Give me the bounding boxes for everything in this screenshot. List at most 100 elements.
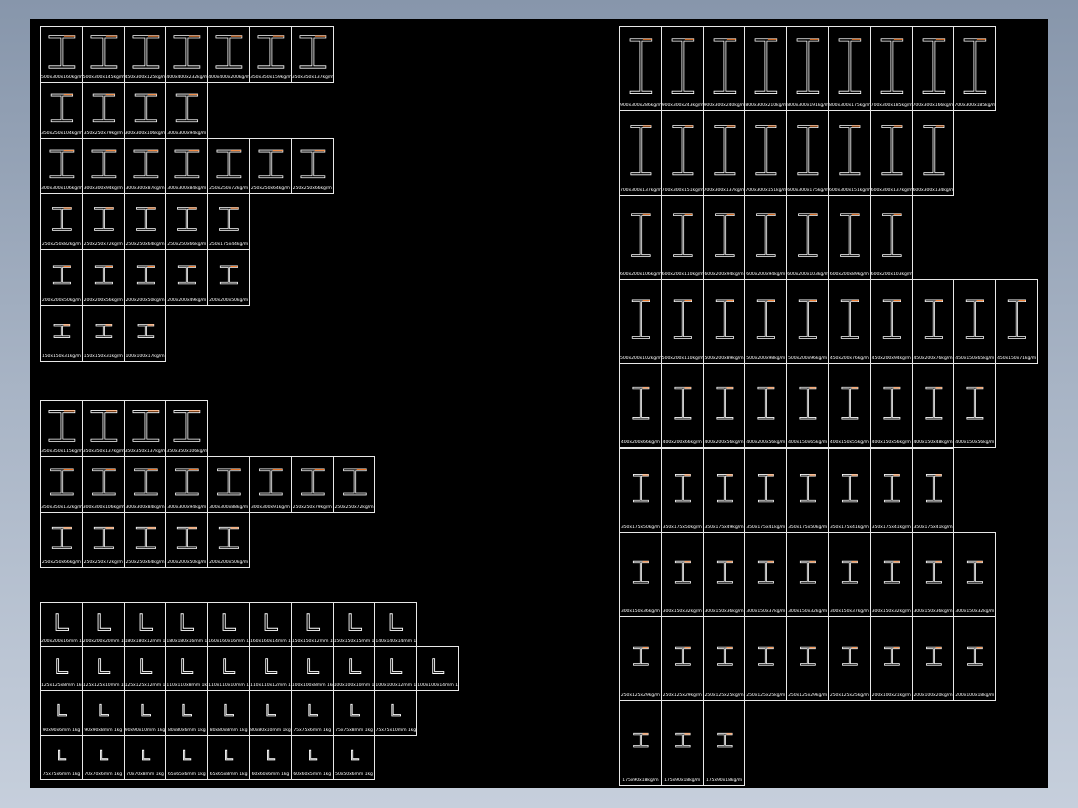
hn-narrow-flange-profile-cell[interactable]: 400x200x56kg/m [744,363,788,449]
hn-narrow-flange-profile-cell[interactable]: 800x300x191kg/m [786,26,829,112]
hn-narrow-flange-profile-cell[interactable]: 700x300x137kg/m [702,110,746,196]
angle-steel-profile-cell[interactable]: 150x150x15mm 1kg [332,602,376,648]
hm-medium-flange-profile-cell[interactable]: 250x250x66kg/m [40,511,83,569]
angle-steel-profile-cell[interactable]: 125x125x12mm 1kg [123,646,167,692]
angle-steel-profile-cell[interactable]: 100x100x10mm 1kg [332,646,376,692]
hn-narrow-flange-profile-cell[interactable]: 175x90x18kg/m [619,700,662,786]
hn-narrow-flange-profile-cell[interactable]: 350x175x41kg/m [869,447,913,533]
hn-narrow-flange-profile-cell[interactable]: 400x200x56kg/m [702,363,746,449]
hn-narrow-flange-profile-cell[interactable]: 250x125x25kg/m [702,616,746,702]
hn-narrow-flange-profile-cell[interactable]: 250x125x29kg/m [619,616,662,702]
hn-narrow-flange-profile-cell[interactable]: 700x300x185kg/m [869,26,913,112]
angle-steel-profile-cell[interactable]: 80x80x10mm 1kg [249,690,292,736]
hw-wide-flange-profile-cell[interactable]: 100x100x17kg/m [123,305,167,362]
angle-steel-profile-cell[interactable]: 60x60x5mm 1kg [290,734,334,780]
angle-steel-profile-cell[interactable]: 110x110x8mm 1kg [165,646,209,692]
angle-steel-profile-cell[interactable]: 200x200x16mm 1kg [40,602,83,648]
angle-steel-profile-cell[interactable]: 70x70x6mm 1kg [81,734,125,780]
hn-narrow-flange-profile-cell[interactable]: 350x175x50kg/m [619,447,662,533]
hw-wide-flange-profile-cell[interactable]: 150x150x31kg/m [40,305,83,362]
hn-narrow-flange-profile-cell[interactable]: 600x200x103kg/m [869,194,913,280]
angle-steel-profile-cell[interactable]: 125x125x8mm 1kg [40,646,83,692]
hw-wide-flange-profile-cell[interactable]: 200x200x50kg/m [207,249,250,306]
hn-narrow-flange-profile-cell[interactable]: 600x300x134kg/m [911,110,955,196]
angle-steel-profile-cell[interactable]: 150x150x12mm 1kg [290,602,334,648]
hw-wide-flange-profile-cell[interactable]: 300x300x84kg/m [165,137,209,195]
hw-wide-flange-profile-cell[interactable]: 250x250x64kg/m [249,137,292,195]
hn-narrow-flange-profile-cell[interactable]: 600x300x175kg/m [786,110,829,196]
hw-wide-flange-profile-cell[interactable]: 300x300x94kg/m [165,81,209,139]
hw-wide-flange-profile-cell[interactable]: 200x200x56kg/m [81,249,125,306]
hn-narrow-flange-profile-cell[interactable]: 600x200x110kg/m [660,194,704,280]
hn-narrow-flange-profile-cell[interactable]: 300x150x36kg/m [702,531,746,618]
hw-wide-flange-profile-cell[interactable]: 250x250x66kg/m [165,193,209,251]
hn-narrow-flange-profile-cell[interactable]: 250x125x25kg/m [828,616,871,702]
hm-medium-flange-profile-cell[interactable]: 250x250x72kg/m [332,455,376,513]
angle-steel-profile-cell[interactable]: 110x110x10mm 1kg [207,646,250,692]
angle-steel-profile-cell[interactable]: 100x100x14mm 1kg [416,646,459,692]
hn-narrow-flange-profile-cell[interactable]: 250x125x29kg/m [786,616,829,702]
hn-narrow-flange-profile-cell[interactable]: 400x150x56kg/m [869,363,913,449]
hn-narrow-flange-profile-cell[interactable]: 600x200x89kg/m [828,194,871,280]
hw-wide-flange-profile-cell[interactable]: 350x350x137kg/m [290,26,334,83]
hw-wide-flange-profile-cell[interactable]: 200x200x49kg/m [165,249,209,306]
angle-steel-profile-cell[interactable]: 70x70x8mm 1kg [123,734,167,780]
hw-wide-flange-profile-cell[interactable]: 250x250x66kg/m [290,137,334,195]
hn-narrow-flange-profile-cell[interactable]: 700x300x151kg/m [744,110,788,196]
hm-medium-flange-profile-cell[interactable]: 250x250x79kg/m [290,455,334,513]
hn-narrow-flange-profile-cell[interactable]: 350x175x49kg/m [702,447,746,533]
hw-wide-flange-profile-cell[interactable]: 350x250x104kg/m [40,81,83,139]
hn-narrow-flange-profile-cell[interactable]: 250x125x25kg/m [744,616,788,702]
angle-steel-profile-cell[interactable]: 180x180x16mm 1kg [165,602,209,648]
hn-narrow-flange-profile-cell[interactable]: 600x200x106kg/m [619,194,662,280]
hw-wide-flange-profile-cell[interactable]: 200x200x50kg/m [123,249,167,306]
hn-narrow-flange-profile-cell[interactable]: 300x150x36kg/m [619,531,662,618]
hn-narrow-flange-profile-cell[interactable]: 175x90x18kg/m [702,700,746,786]
angle-steel-profile-cell[interactable]: 80x80x8mm 1kg [207,690,250,736]
hn-narrow-flange-profile-cell[interactable]: 450x150x65kg/m [953,278,997,365]
angle-steel-profile-cell[interactable]: 110x110x12mm 1kg [249,646,292,692]
angle-steel-profile-cell[interactable]: 200x200x20mm 1kg [81,602,125,648]
hn-narrow-flange-profile-cell[interactable]: 900x300x286kg/m [619,26,662,112]
hm-medium-flange-profile-cell[interactable]: 350x350x132kg/m [40,455,83,513]
hn-narrow-flange-profile-cell[interactable]: 300x150x32kg/m [660,531,704,618]
hw-wide-flange-profile-cell[interactable]: 250x175x44kg/m [207,193,250,251]
hm-medium-flange-profile-cell[interactable]: 250x250x72kg/m [81,511,125,569]
angle-steel-profile-cell[interactable]: 75x75x8mm 1kg [332,690,376,736]
hw-wide-flange-profile-cell[interactable]: 250x250x82kg/m [40,193,83,251]
hn-narrow-flange-profile-cell[interactable]: 500x200x102kg/m [619,278,662,365]
hw-wide-flange-profile-cell[interactable]: 300x300x106kg/m [40,137,83,195]
hm-medium-flange-profile-cell[interactable]: 300x300x84kg/m [123,455,167,513]
hn-narrow-flange-profile-cell[interactable]: 300x150x36kg/m [911,531,955,618]
hn-narrow-flange-profile-cell[interactable]: 400x150x56kg/m [953,363,997,449]
hn-narrow-flange-profile-cell[interactable]: 400x200x66kg/m [660,363,704,449]
angle-steel-profile-cell[interactable]: 90x90x8mm 1kg [81,690,125,736]
hn-narrow-flange-profile-cell[interactable]: 175x90x18kg/m [660,700,704,786]
hn-narrow-flange-profile-cell[interactable]: 350x175x41kg/m [828,447,871,533]
hm-medium-flange-profile-cell[interactable]: 350x350x106kg/m [165,400,209,457]
angle-steel-profile-cell[interactable]: 65x65x6mm 1kg [165,734,209,780]
hn-narrow-flange-profile-cell[interactable]: 400x150x55kg/m [828,363,871,449]
hw-wide-flange-profile-cell[interactable]: 500x300x145kg/m [81,26,125,83]
angle-steel-profile-cell[interactable]: 160x160x14mm 1kg [249,602,292,648]
hn-narrow-flange-profile-cell[interactable]: 700x300x137kg/m [619,110,662,196]
hn-narrow-flange-profile-cell[interactable]: 200x100x20kg/m [911,616,955,702]
angle-steel-profile-cell[interactable]: 140x140x14mm 1kg [374,602,418,648]
angle-steel-profile-cell[interactable]: 75x75x10mm 1kg [374,690,418,736]
hn-narrow-flange-profile-cell[interactable]: 450x200x76kg/m [828,278,871,365]
hm-medium-flange-profile-cell[interactable]: 300x300x91kg/m [249,455,292,513]
hn-narrow-flange-profile-cell[interactable]: 400x150x65kg/m [786,363,829,449]
hn-narrow-flange-profile-cell[interactable]: 600x200x94kg/m [702,194,746,280]
hn-narrow-flange-profile-cell[interactable]: 300x150x32kg/m [869,531,913,618]
hn-narrow-flange-profile-cell[interactable]: 300x150x37kg/m [828,531,871,618]
angle-steel-profile-cell[interactable]: 80x80x6mm 1kg [165,690,209,736]
angle-steel-profile-cell[interactable]: 160x160x16mm 1kg [207,602,250,648]
angle-steel-profile-cell[interactable]: 125x125x10mm 1kg [81,646,125,692]
angle-steel-profile-cell[interactable]: 90x90x6mm 1kg [40,690,83,736]
hn-narrow-flange-profile-cell[interactable]: 450x200x76kg/m [911,278,955,365]
hw-wide-flange-profile-cell[interactable]: 250x250x72kg/m [207,137,250,195]
hn-narrow-flange-profile-cell[interactable]: 600x200x94kg/m [744,194,788,280]
hw-wide-flange-profile-cell[interactable]: 300x300x94kg/m [81,137,125,195]
angle-steel-profile-cell[interactable]: 75x75x6mm 1kg [290,690,334,736]
hw-wide-flange-profile-cell[interactable]: 250x250x64kg/m [123,193,167,251]
